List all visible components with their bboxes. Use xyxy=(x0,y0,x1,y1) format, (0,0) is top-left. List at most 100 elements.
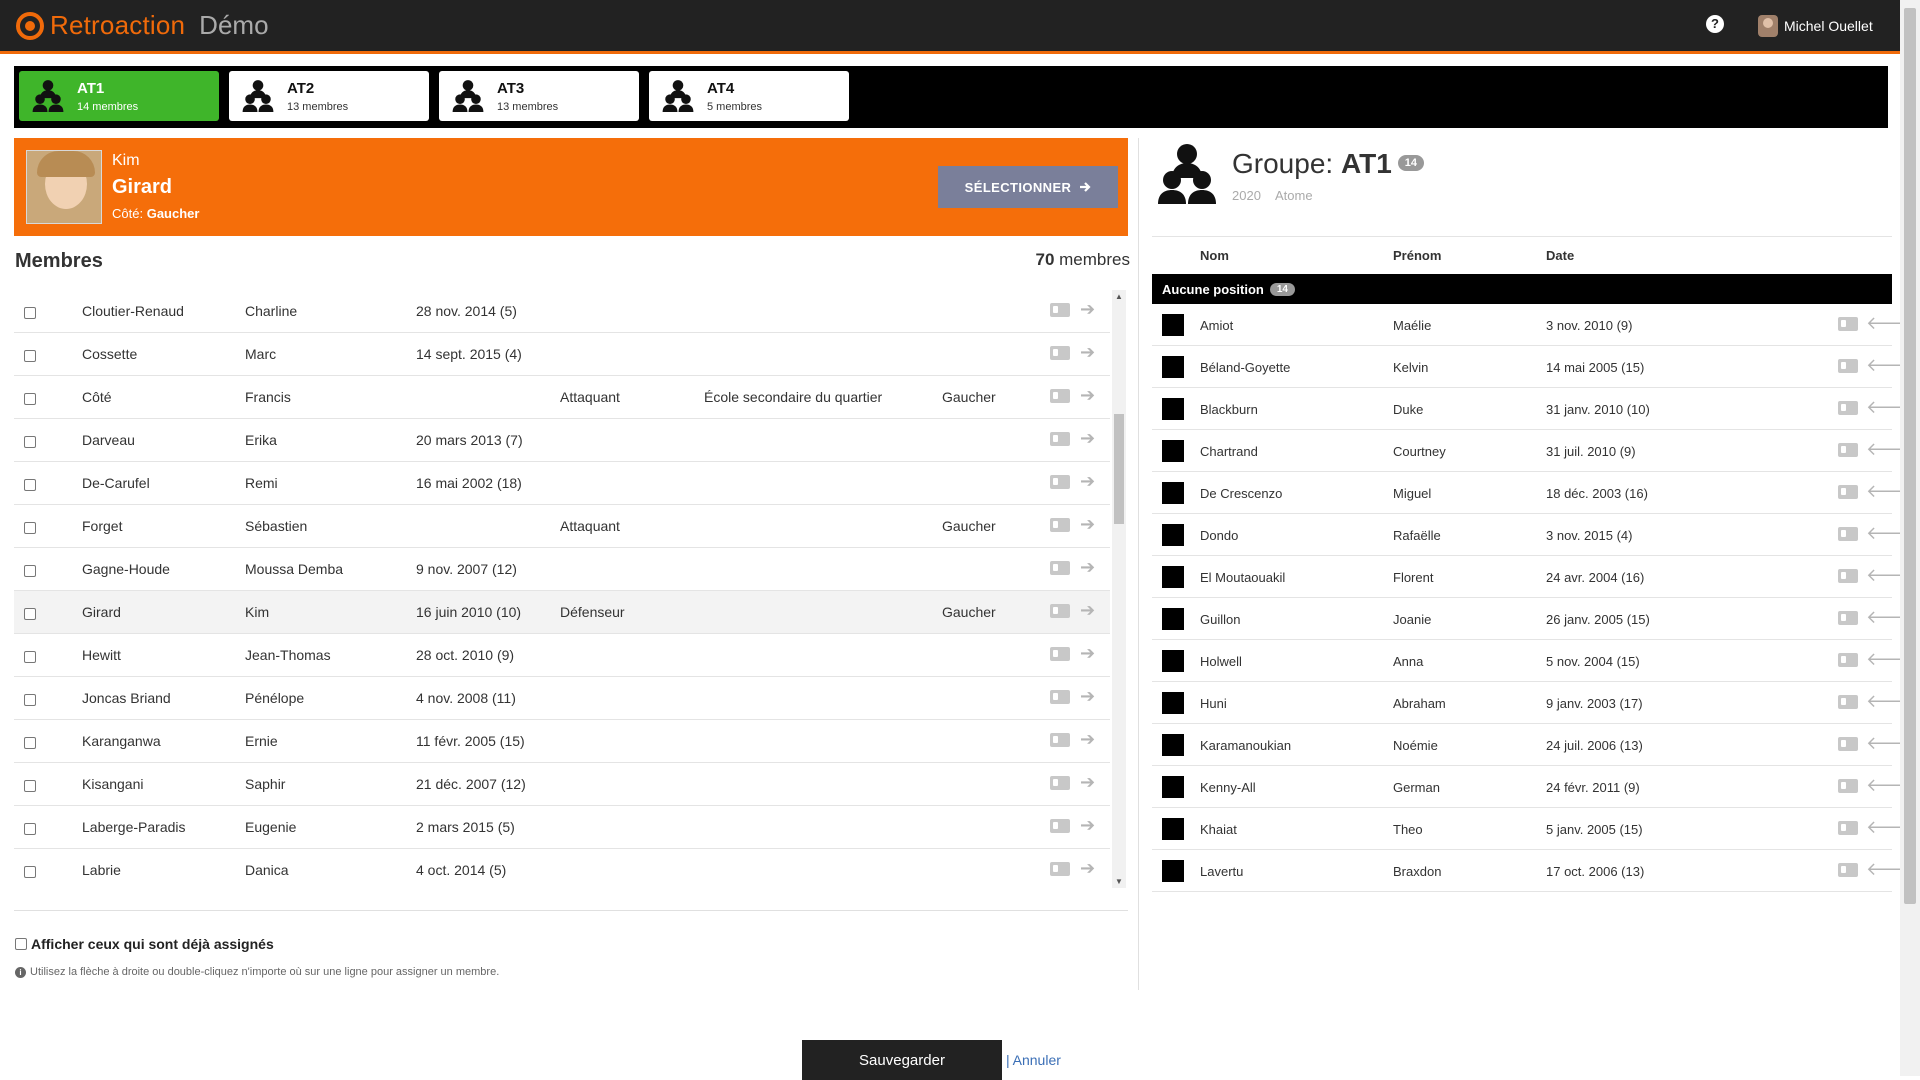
list-item[interactable]: Lavertu Braxdon 17 oct. 2006 (13) 🡐 xyxy=(1152,850,1914,892)
table-row[interactable]: Darveau Erika 20 mars 2013 (7) ➔ xyxy=(14,419,1110,462)
show-assigned-checkbox[interactable] xyxy=(15,938,27,950)
row-checkbox[interactable] xyxy=(24,522,36,534)
help-icon[interactable]: ? xyxy=(1706,15,1724,33)
list-item[interactable]: Chartrand Courtney 31 juil. 2010 (9) 🡐 xyxy=(1152,430,1914,472)
arrow-right-icon[interactable]: ➔ xyxy=(1080,557,1095,578)
row-checkbox[interactable] xyxy=(24,350,36,362)
id-card-icon[interactable] xyxy=(1050,776,1070,790)
id-card-icon[interactable] xyxy=(1050,733,1070,747)
id-card-icon[interactable] xyxy=(1050,389,1070,403)
table-row[interactable]: Forget Sébastien Attaquant Gaucher ➔ xyxy=(14,505,1110,548)
arrow-right-icon[interactable]: ➔ xyxy=(1080,600,1095,621)
members-scrollbar[interactable]: ▲ ▼ xyxy=(1112,290,1126,888)
id-card-icon[interactable] xyxy=(1838,611,1858,625)
list-item[interactable]: Huni Abraham 9 janv. 2003 (17) 🡐 xyxy=(1152,682,1914,724)
arrow-right-icon[interactable]: ➔ xyxy=(1080,815,1095,836)
arrow-right-icon[interactable]: ➔ xyxy=(1080,643,1095,664)
header-date[interactable]: Date xyxy=(1546,248,1574,263)
list-item[interactable]: El Moutaouakil Florent 24 avr. 2004 (16) 🡐 xyxy=(1152,556,1914,598)
table-row[interactable]: Karanganwa Ernie 11 févr. 2005 (15) ➔ xyxy=(14,720,1110,763)
list-item[interactable]: Dondo Rafaëlle 3 nov. 2015 (4) 🡐 xyxy=(1152,514,1914,556)
list-item[interactable]: Karamanoukian Noémie 24 juil. 2006 (13) 🡐 xyxy=(1152,724,1914,766)
id-card-icon[interactable] xyxy=(1838,401,1858,415)
table-row[interactable]: Girard Kim 16 juin 2010 (10) Défenseur Gauch… xyxy=(14,591,1110,634)
id-card-icon[interactable] xyxy=(1050,346,1070,360)
row-checkbox[interactable] xyxy=(24,866,36,878)
page-scrollbar[interactable] xyxy=(1900,0,1920,1076)
arrow-right-icon[interactable]: ➔ xyxy=(1080,686,1095,707)
scroll-up-icon[interactable]: ▲ xyxy=(1115,292,1123,301)
id-card-icon[interactable] xyxy=(1838,863,1858,877)
row-checkbox[interactable] xyxy=(24,651,36,663)
arrow-right-icon[interactable]: ➔ xyxy=(1080,471,1095,492)
arrow-right-icon[interactable]: ➔ xyxy=(1080,299,1095,320)
list-item[interactable]: De Crescenzo Miguel 18 déc. 2003 (16) 🡐 xyxy=(1152,472,1914,514)
select-button[interactable]: SÉLECTIONNER xyxy=(938,166,1118,208)
list-item[interactable]: Khaiat Theo 5 janv. 2005 (15) 🡐 xyxy=(1152,808,1914,850)
id-card-icon[interactable] xyxy=(1050,303,1070,317)
id-card-icon[interactable] xyxy=(1838,527,1858,541)
row-checkbox[interactable] xyxy=(24,565,36,577)
id-card-icon[interactable] xyxy=(1838,443,1858,457)
list-item[interactable]: Amiot Maélie 3 nov. 2010 (9) 🡐 xyxy=(1152,304,1914,346)
id-card-icon[interactable] xyxy=(1838,737,1858,751)
table-row[interactable]: Kisangani Saphir 21 déc. 2007 (12) ➔ xyxy=(14,763,1110,806)
user-menu[interactable]: Michel Ouellet xyxy=(1758,15,1873,37)
row-checkbox[interactable] xyxy=(24,780,36,792)
row-checkbox[interactable] xyxy=(24,393,36,405)
scroll-down-icon[interactable]: ▼ xyxy=(1115,877,1123,886)
page-scroll-thumb[interactable] xyxy=(1904,8,1916,904)
arrow-right-icon[interactable]: ➔ xyxy=(1080,858,1095,879)
header-nom[interactable]: Nom xyxy=(1200,248,1229,263)
id-card-icon[interactable] xyxy=(1838,569,1858,583)
group-tab-at3[interactable]: AT3 13 membres xyxy=(439,71,639,121)
id-card-icon[interactable] xyxy=(1838,359,1858,373)
logo[interactable]: Retroaction Démo xyxy=(16,10,269,41)
id-card-icon[interactable] xyxy=(1838,653,1858,667)
table-row[interactable]: Gagne-Houde Moussa Demba 9 nov. 2007 (12) ➔ xyxy=(14,548,1110,591)
table-row[interactable]: Cloutier-Renaud Charline 28 nov. 2014 (5) ➔ xyxy=(14,290,1110,333)
id-card-icon[interactable] xyxy=(1050,475,1070,489)
arrow-right-icon[interactable]: ➔ xyxy=(1080,385,1095,406)
row-checkbox[interactable] xyxy=(24,436,36,448)
arrow-right-icon[interactable]: ➔ xyxy=(1080,514,1095,535)
id-card-icon[interactable] xyxy=(1050,647,1070,661)
id-card-icon[interactable] xyxy=(1838,821,1858,835)
id-card-icon[interactable] xyxy=(1838,695,1858,709)
list-item[interactable]: Blackburn Duke 31 janv. 2010 (10) 🡐 xyxy=(1152,388,1914,430)
show-assigned-toggle[interactable]: Afficher ceux qui sont déjà assignés xyxy=(15,936,274,952)
id-card-icon[interactable] xyxy=(1050,432,1070,446)
id-card-icon[interactable] xyxy=(1838,779,1858,793)
arrow-right-icon[interactable]: ➔ xyxy=(1080,729,1095,750)
list-item[interactable]: Kenny-All German 24 févr. 2011 (9) 🡐 xyxy=(1152,766,1914,808)
id-card-icon[interactable] xyxy=(1050,518,1070,532)
table-row[interactable]: Joncas Briand Pénélope 4 nov. 2008 (11) ➔ xyxy=(14,677,1110,720)
id-card-icon[interactable] xyxy=(1050,862,1070,876)
id-card-icon[interactable] xyxy=(1050,561,1070,575)
table-row[interactable]: Labrie Danica 4 oct. 2014 (5) ➔ xyxy=(14,849,1110,890)
list-item[interactable]: Guillon Joanie 26 janv. 2005 (15) 🡐 xyxy=(1152,598,1914,640)
table-row[interactable]: De-Carufel Remi 16 mai 2002 (18) ➔ xyxy=(14,462,1110,505)
id-card-icon[interactable] xyxy=(1050,819,1070,833)
arrow-right-icon[interactable]: ➔ xyxy=(1080,772,1095,793)
row-checkbox[interactable] xyxy=(24,737,36,749)
cancel-link[interactable]: Annuler xyxy=(1013,1052,1061,1068)
row-checkbox[interactable] xyxy=(24,608,36,620)
row-checkbox[interactable] xyxy=(24,823,36,835)
table-row[interactable]: Hewitt Jean-Thomas 28 oct. 2010 (9) ➔ xyxy=(14,634,1110,677)
table-row[interactable]: Cossette Marc 14 sept. 2015 (4) ➔ xyxy=(14,333,1110,376)
list-item[interactable]: Holwell Anna 5 nov. 2004 (15) 🡐 xyxy=(1152,640,1914,682)
id-card-icon[interactable] xyxy=(1050,690,1070,704)
table-row[interactable]: Côté Francis Attaquant École secondaire du … xyxy=(14,376,1110,419)
group-tab-at4[interactable]: AT4 5 membres xyxy=(649,71,849,121)
id-card-icon[interactable] xyxy=(1050,604,1070,618)
save-button[interactable]: Sauvegarder xyxy=(802,1040,1002,1080)
id-card-icon[interactable] xyxy=(1838,317,1858,331)
scroll-thumb[interactable] xyxy=(1114,414,1124,524)
row-checkbox[interactable] xyxy=(24,307,36,319)
members-list[interactable]: Cloutier-Renaud Charline 28 nov. 2014 (5) ➔… xyxy=(14,290,1110,890)
arrow-right-icon[interactable]: ➔ xyxy=(1080,428,1095,449)
row-checkbox[interactable] xyxy=(24,479,36,491)
list-item[interactable]: Béland-Goyette Kelvin 14 mai 2005 (15) 🡐 xyxy=(1152,346,1914,388)
id-card-icon[interactable] xyxy=(1838,485,1858,499)
